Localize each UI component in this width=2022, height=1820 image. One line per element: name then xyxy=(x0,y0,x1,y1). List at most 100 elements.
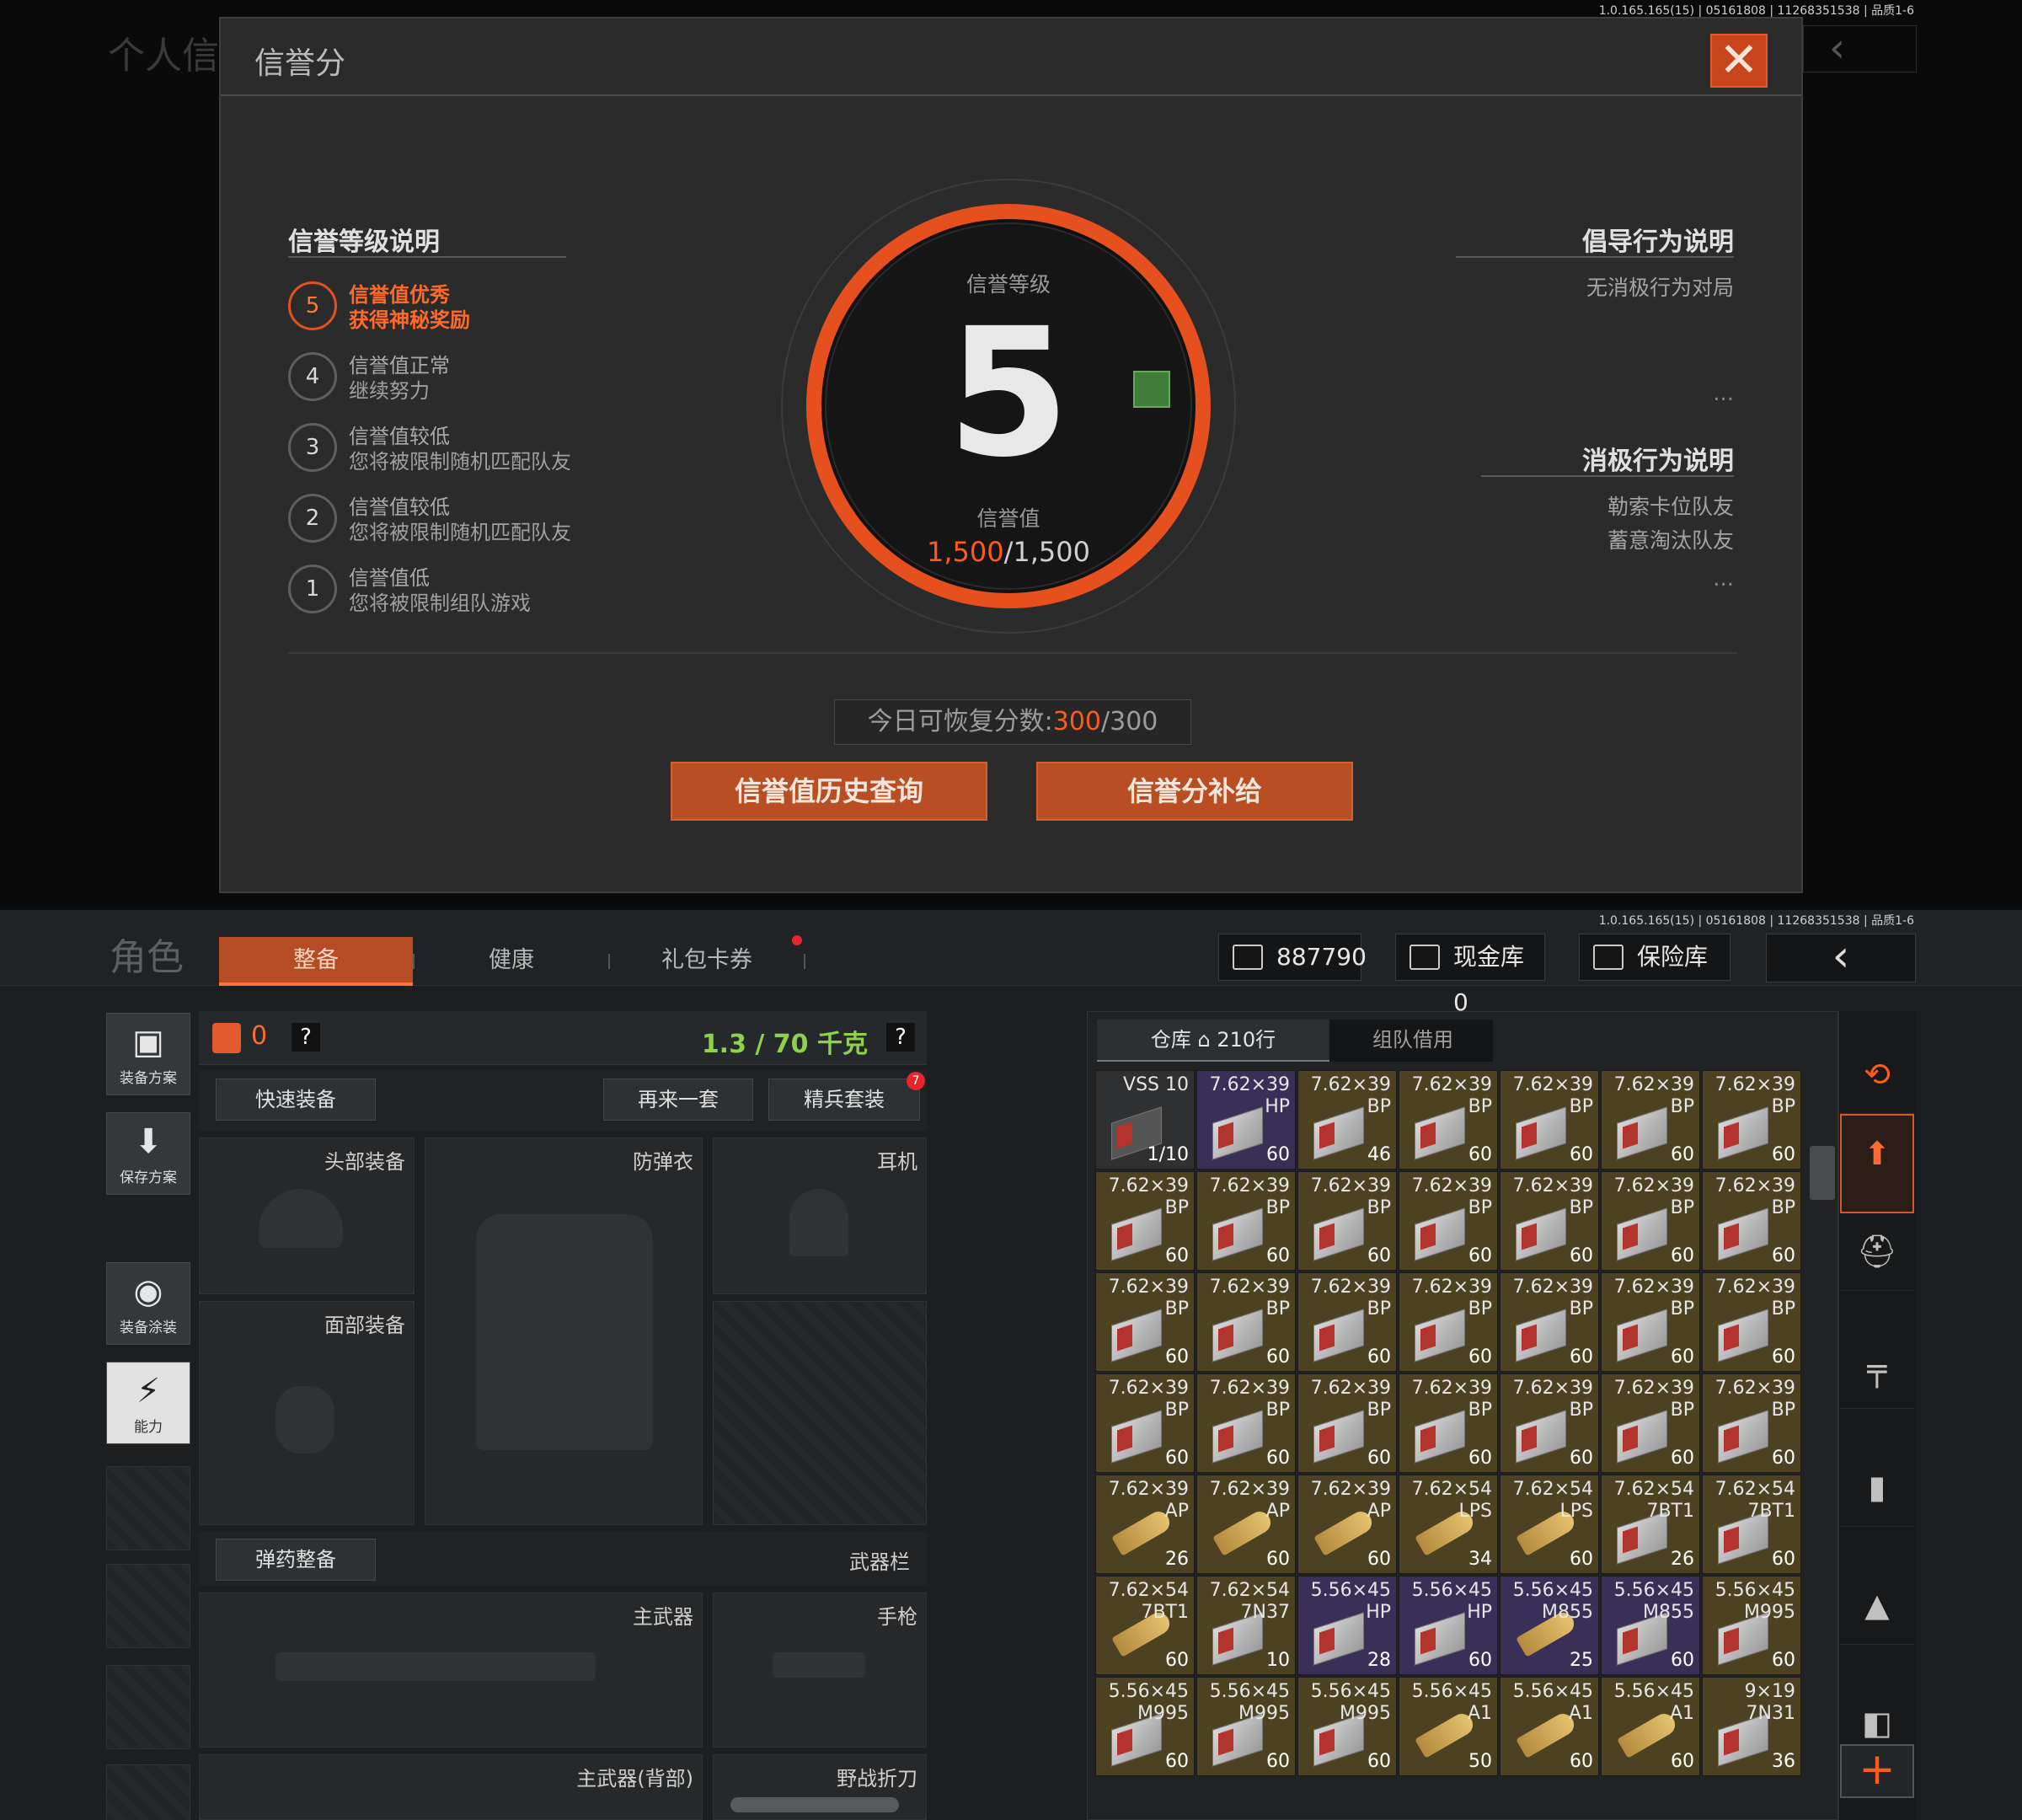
inventory-item[interactable]: 7.62×39 BP 60 xyxy=(1196,1373,1296,1473)
tab-loadout[interactable]: 整备 xyxy=(219,937,413,986)
inventory-item[interactable]: 7.62×39 BP 60 xyxy=(1297,1171,1397,1271)
rifle-icon[interactable]: ╤ xyxy=(1840,1331,1914,1409)
primary-weapon-slot[interactable]: 主武器 xyxy=(199,1592,703,1748)
inventory-item[interactable]: 7.62×54 7N37 10 xyxy=(1196,1576,1296,1675)
inventory-item[interactable]: 5.56×45 A1 60 xyxy=(1601,1677,1700,1776)
inventory-item[interactable]: 7.62×39 BP 60 xyxy=(1399,1373,1498,1473)
inventory-item[interactable]: 7.62×39 BP 60 xyxy=(1297,1272,1397,1372)
sort-icon[interactable]: ⟲ xyxy=(1840,1036,1914,1114)
inventory-item[interactable]: 7.62×39 BP 60 xyxy=(1297,1373,1397,1473)
rank-badge-icon[interactable] xyxy=(1133,371,1170,408)
inventory-item[interactable]: 7.62×39 BP 60 xyxy=(1095,1272,1195,1372)
tab-gift-cards[interactable]: 礼包卡券 xyxy=(610,937,804,986)
inventory-item[interactable]: 5.56×45 M995 60 xyxy=(1196,1677,1296,1776)
cash-vault-button[interactable]: 现金库 0 xyxy=(1395,934,1545,1016)
vest-slot[interactable]: 防弹衣 xyxy=(425,1138,703,1525)
inventory-item[interactable]: 7.62×39 BP 60 xyxy=(1500,1272,1599,1372)
back-weapon-slot[interactable]: 主武器(背部) xyxy=(199,1754,703,1820)
inventory-item[interactable]: 7.62×39 AP 60 xyxy=(1297,1475,1397,1574)
inventory-item[interactable]: 5.56×45 M995 60 xyxy=(1702,1576,1801,1675)
inventory-item[interactable]: 7.62×39 BP 60 xyxy=(1399,1272,1498,1372)
loadout-plan-button[interactable]: ▣ 装备方案 xyxy=(106,1013,190,1095)
inventory-item[interactable]: 7.62×39 BP 60 xyxy=(1702,1171,1801,1271)
elite-set-button[interactable]: 精兵套装 xyxy=(768,1079,920,1121)
inventory-item[interactable]: 5.56×45 A1 60 xyxy=(1500,1677,1599,1776)
face-slot[interactable]: 面部装备 xyxy=(199,1301,415,1525)
inventory-item[interactable]: VSS 10 1/10 xyxy=(1095,1070,1195,1170)
item-type: 7BT1 xyxy=(1646,1501,1694,1522)
ammo-box-icon xyxy=(1415,1612,1465,1666)
item-caliber: 7.62×39 xyxy=(1613,1175,1694,1196)
ear-slot[interactable]: 耳机 xyxy=(713,1138,927,1294)
restock-icon[interactable]: ⬆ xyxy=(1840,1114,1914,1213)
tab-health[interactable]: 健康 xyxy=(415,937,608,986)
refill-button[interactable]: 信誉分补给 xyxy=(1036,762,1353,821)
inventory-item[interactable]: 5.56×45 HP 60 xyxy=(1399,1576,1498,1675)
inventory-item[interactable]: 7.62×39 BP 60 xyxy=(1702,1272,1801,1372)
guide-more[interactable]: ... xyxy=(1713,381,1734,406)
add-button[interactable]: + xyxy=(1840,1744,1914,1798)
inventory-item[interactable]: 7.62×39 BP 60 xyxy=(1601,1070,1700,1170)
cash-icon xyxy=(1233,945,1263,970)
close-icon[interactable]: ✕ xyxy=(1710,34,1768,88)
inventory-item[interactable]: 7.62×54 7BT1 26 xyxy=(1601,1475,1700,1574)
inventory-item[interactable]: 7.62×39 HP 60 xyxy=(1196,1070,1296,1170)
negative-more[interactable]: ... xyxy=(1713,566,1734,592)
item-type: BP xyxy=(1771,1400,1795,1421)
inventory-item[interactable]: 5.56×45 M995 60 xyxy=(1095,1677,1195,1776)
back-button[interactable]: ‹ xyxy=(1766,934,1916,982)
helmet-icon[interactable]: ⛑ xyxy=(1840,1213,1914,1291)
inventory-item[interactable]: 7.62×39 BP 60 xyxy=(1702,1070,1801,1170)
inventory-item[interactable]: 7.62×39 BP 60 xyxy=(1601,1171,1700,1271)
inventory-item[interactable]: 7.62×39 BP 60 xyxy=(1196,1171,1296,1271)
inventory-item[interactable]: 7.62×39 BP 60 xyxy=(1399,1070,1498,1170)
knife-slot[interactable]: 野战折刀 xyxy=(713,1754,927,1820)
inventory-item[interactable]: 7.62×54 7BT1 60 xyxy=(1702,1475,1801,1574)
inventory-item[interactable]: 7.62×39 BP 60 xyxy=(1702,1373,1801,1473)
inventory-item[interactable]: 7.62×39 AP 60 xyxy=(1196,1475,1296,1574)
currency-display[interactable]: 887790 xyxy=(1218,934,1367,981)
level-row-1: 1 信誉值低 您将被限制组队游戏 xyxy=(288,559,642,620)
background-back-button[interactable]: ‹ xyxy=(1803,25,1917,72)
head-slot[interactable]: 头部装备 xyxy=(199,1138,415,1294)
magazine-icon[interactable]: ▮ xyxy=(1840,1449,1914,1527)
ability-button[interactable]: ⚡ 能力 xyxy=(106,1362,190,1444)
bullet-icon[interactable]: ▲ xyxy=(1840,1567,1914,1645)
inventory-item[interactable]: 7.62×39 BP 60 xyxy=(1601,1373,1700,1473)
inventory-item[interactable]: 7.62×54 LPS 60 xyxy=(1500,1475,1599,1574)
inventory-item[interactable]: 5.56×45 HP 28 xyxy=(1297,1576,1397,1675)
pistol-slot[interactable]: 手枪 xyxy=(713,1592,927,1748)
save-plan-button[interactable]: ⬇ 保存方案 xyxy=(106,1112,190,1195)
item-caliber: 7.62×54 xyxy=(1613,1479,1694,1500)
skin-button[interactable]: ◉ 装备涂装 xyxy=(106,1262,190,1345)
quick-equip-button[interactable]: 快速装备 xyxy=(216,1079,376,1121)
inventory-scrollbar[interactable] xyxy=(1810,1146,1835,1200)
item-type: BP xyxy=(1265,1298,1290,1320)
inventory-item[interactable]: 5.56×45 M855 25 xyxy=(1500,1576,1599,1675)
inventory-item[interactable]: 7.62×39 BP 60 xyxy=(1095,1373,1195,1473)
inventory-item[interactable]: 7.62×39 BP 60 xyxy=(1500,1373,1599,1473)
help-icon[interactable]: ? xyxy=(292,1023,320,1052)
inventory-item[interactable]: 7.62×39 BP 46 xyxy=(1297,1070,1397,1170)
tab-team-borrow[interactable]: 组队借用 xyxy=(1333,1020,1493,1062)
tab-warehouse[interactable]: 仓库 ⌂ 210行 xyxy=(1097,1020,1329,1062)
ammo-setup-button[interactable]: 弹药整备 xyxy=(216,1539,376,1581)
inventory-item[interactable]: 7.62×39 BP 60 xyxy=(1500,1171,1599,1271)
history-button[interactable]: 信誉值历史查询 xyxy=(671,762,987,821)
inventory-item[interactable]: 7.62×39 BP 60 xyxy=(1601,1272,1700,1372)
inventory-item[interactable]: 7.62×39 BP 60 xyxy=(1500,1070,1599,1170)
inventory-item[interactable]: 5.56×45 M995 60 xyxy=(1297,1677,1397,1776)
inventory-item[interactable]: 7.62×54 7BT1 60 xyxy=(1095,1576,1195,1675)
inventory-item[interactable]: 5.56×45 M855 60 xyxy=(1601,1576,1700,1675)
inventory-item[interactable]: 7.62×39 BP 60 xyxy=(1399,1171,1498,1271)
inventory-item[interactable]: 7.62×39 BP 60 xyxy=(1095,1171,1195,1271)
insurance-button[interactable]: 保险库 xyxy=(1579,934,1730,981)
help-icon[interactable]: ? xyxy=(886,1023,915,1052)
inventory-item[interactable]: 9×19 7N31 36 xyxy=(1702,1677,1801,1776)
item-caliber: 5.56×45 xyxy=(1613,1681,1694,1702)
inventory-item[interactable]: 7.62×39 BP 60 xyxy=(1196,1272,1296,1372)
inventory-item[interactable]: 7.62×54 LPS 34 xyxy=(1399,1475,1498,1574)
again-button[interactable]: 再来一套 xyxy=(603,1079,753,1121)
inventory-item[interactable]: 7.62×39 AP 26 xyxy=(1095,1475,1195,1574)
inventory-item[interactable]: 5.56×45 A1 50 xyxy=(1399,1677,1498,1776)
